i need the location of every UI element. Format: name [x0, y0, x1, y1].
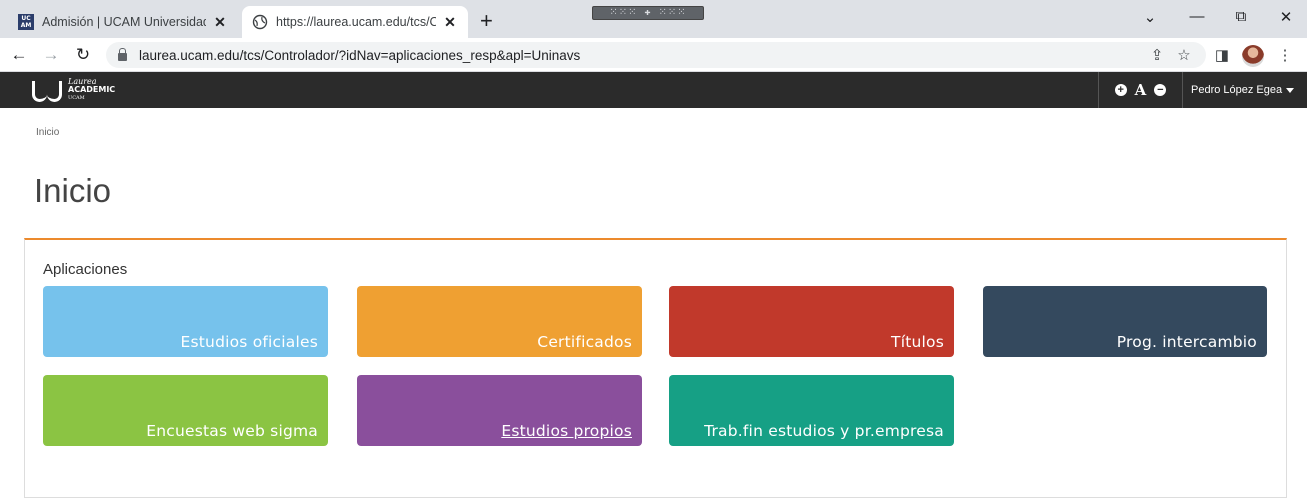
panel-title: Aplicaciones	[43, 261, 128, 278]
tile-label: Encuestas web sigma	[146, 422, 318, 440]
reload-icon[interactable]: ↻	[72, 44, 94, 66]
url-text[interactable]: laurea.ucam.edu/tcs/Controlador/?idNav=a…	[139, 48, 580, 63]
font-reset-icon[interactable]: A	[1135, 81, 1147, 99]
tile-estudios-propios[interactable]: Estudios propios	[357, 375, 642, 446]
close-window-button[interactable]: ✕	[1274, 8, 1298, 26]
tile-estudios-oficiales[interactable]: Estudios oficiales	[43, 286, 328, 357]
logo-line2: ACADEMIC	[68, 85, 116, 94]
back-arrow-icon[interactable]: ←	[8, 44, 30, 66]
close-tab-icon[interactable]: ✕	[212, 14, 228, 31]
bookmark-star-icon[interactable]: ☆	[1174, 46, 1194, 64]
address-bar[interactable]: laurea.ucam.edu/tcs/Controlador/?idNav=a…	[106, 42, 1206, 68]
share-icon[interactable]: ⇪	[1147, 46, 1167, 64]
tile-trab-fin-estudios[interactable]: Trab.fin estudios y pr.empresa	[669, 375, 954, 446]
user-name: Pedro López Egea	[1191, 84, 1283, 96]
tab-title: https://laurea.ucam.edu/tcs/Cont	[276, 15, 436, 29]
tile-encuestas-web-sigma[interactable]: Encuestas web sigma	[43, 375, 328, 446]
browser-tabstrip: UCAM Admisión | UCAM Universidad Ca ✕ ht…	[0, 0, 1307, 38]
laurel-icon	[30, 78, 64, 102]
logo-line3: UCAM	[68, 95, 85, 101]
drag-handle-icon[interactable]: ⁙⁙⁙ ✚ ⁙⁙⁙	[592, 6, 704, 20]
ucam-icon: UC AM	[18, 14, 34, 30]
lock-icon[interactable]	[118, 48, 127, 61]
tab-title: Admisión | UCAM Universidad Ca	[42, 15, 206, 29]
tile-label: Estudios oficiales	[180, 333, 318, 351]
globe-icon	[252, 14, 268, 30]
browser-tab-laurea[interactable]: https://laurea.ucam.edu/tcs/Cont ✕	[242, 6, 468, 38]
close-tab-icon[interactable]: ✕	[442, 14, 458, 31]
font-decrease-icon[interactable]: −	[1154, 84, 1167, 96]
restore-button[interactable]: ⧉	[1229, 8, 1253, 25]
tile-label: Certificados	[537, 333, 632, 351]
profile-avatar[interactable]	[1242, 45, 1264, 67]
page-title: Inicio	[34, 172, 112, 209]
caret-down-icon	[1286, 87, 1295, 93]
tile-label: Estudios propios	[501, 422, 632, 440]
new-tab-button[interactable]: +	[480, 10, 493, 32]
font-size-controls: + A −	[1098, 72, 1182, 108]
breadcrumb[interactable]: Inicio	[36, 127, 59, 138]
user-menu-button[interactable]: Pedro López Egea	[1182, 72, 1307, 108]
tile-prog-intercambio[interactable]: Prog. intercambio	[983, 286, 1267, 357]
applications-panel	[24, 238, 1287, 498]
tile-label: Prog. intercambio	[1116, 333, 1257, 351]
side-panel-icon[interactable]: ◨	[1212, 46, 1232, 64]
tile-label: Títulos	[891, 333, 944, 351]
laurea-academic-logo[interactable]: Laurea ACADEMIC UCAM	[30, 78, 115, 102]
font-increase-icon[interactable]: +	[1114, 84, 1127, 96]
browser-tab-admision[interactable]: UCAM Admisión | UCAM Universidad Ca ✕	[8, 6, 238, 38]
browser-toolbar: ← → ↻ laurea.ucam.edu/tcs/Controlador/?i…	[0, 38, 1307, 72]
tile-certificados[interactable]: Certificados	[357, 286, 642, 357]
tab-search-icon[interactable]: ⌄	[1138, 8, 1162, 26]
tile-label: Trab.fin estudios y pr.empresa	[704, 422, 944, 440]
minimize-button[interactable]: —	[1185, 8, 1209, 25]
forward-arrow-icon[interactable]: →	[40, 44, 62, 66]
tile-titulos[interactable]: Títulos	[669, 286, 954, 357]
more-menu-icon[interactable]: ⋮	[1275, 46, 1295, 64]
